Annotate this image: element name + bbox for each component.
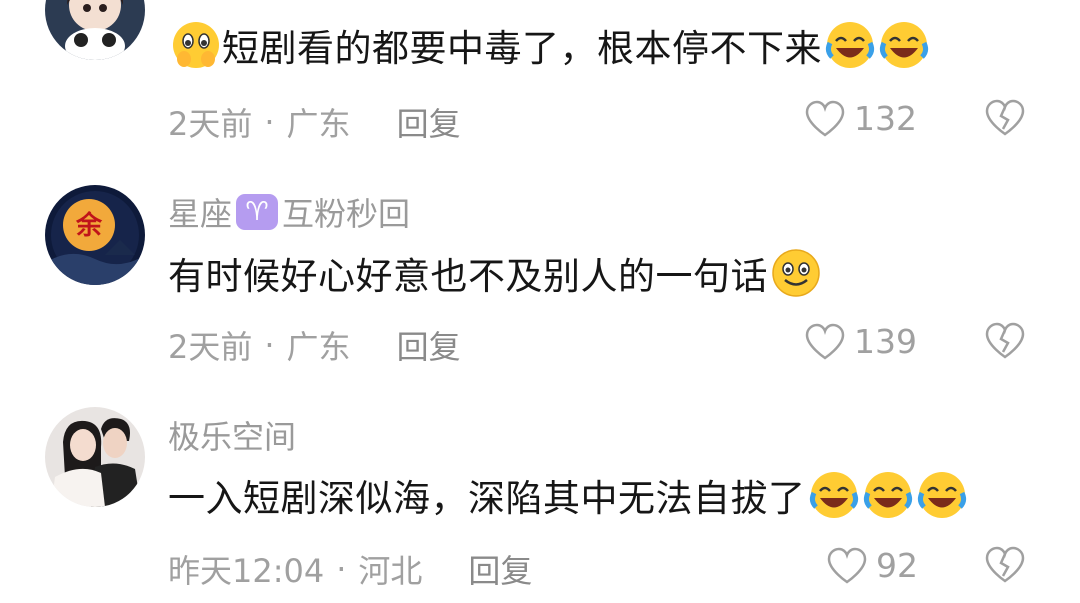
broken-heart-icon [985,322,1025,359]
smile-emoji [772,249,820,297]
like-count: 132 [854,99,917,138]
comment-text-content: 短剧看的都要中毒了，根本停不下来 [222,27,822,70]
like-count: 92 [876,546,918,585]
broken-heart-icon [985,546,1025,583]
comment-meta: 2天前 · 广东 回复 [168,99,461,145]
comment-text: 有时候好心好意也不及别人的一句话 [168,246,822,300]
username-prefix: 星座 [168,195,233,233]
comment-time: 2天前 [168,105,253,143]
separator: · [264,326,275,364]
comment-meta: 2天前 · 广东 回复 [168,322,461,368]
reply-button[interactable]: 回复 [397,322,461,368]
like-button[interactable]: 132 [804,99,917,138]
username[interactable]: 极乐空间 [168,412,296,458]
comment-meta: 昨天12:04 · 河北 回复 [168,546,532,592]
comment-text-content: 一入短剧深似海，深陷其中无法自拔了 [168,477,806,520]
avatar[interactable]: 余 [45,185,145,285]
broken-heart-icon [985,99,1025,136]
comment-location: 广东 [286,105,351,143]
comment-text: 短剧看的都要中毒了，根本停不下来 [168,18,930,72]
laugh-cry-emoji [917,472,966,518]
heart-icon [827,547,867,584]
dislike-button[interactable] [984,322,1026,364]
heart-icon [805,100,845,137]
avatar-char: 余 [75,210,103,241]
laugh-cry-emoji [809,472,858,518]
avatar[interactable] [45,0,145,60]
comment-text: 一入短剧深似海，深陷其中无法自拔了 [168,468,968,522]
comment-time: 2天前 [168,328,253,366]
comment-location: 广东 [286,328,351,366]
separator: · [264,103,275,141]
comment-location: 河北 [358,552,423,590]
cry-pray-emoji [173,22,219,68]
laugh-cry-emoji [863,472,912,518]
separator: · [336,550,347,588]
dislike-button[interactable] [984,99,1026,141]
reply-button[interactable]: 回复 [397,99,461,145]
heart-icon [805,323,845,360]
username-suffix: 互粉秒回 [282,195,411,233]
laugh-cry-emoji [879,22,929,68]
reply-button[interactable]: 回复 [468,546,532,592]
like-count: 139 [854,322,917,361]
dislike-button[interactable] [984,546,1026,588]
aries-badge-icon: ♈ [236,194,279,230]
laugh-cry-emoji [825,22,875,68]
like-button[interactable]: 139 [804,322,917,361]
username[interactable]: 星座 ♈ 互粉秒回 [168,189,410,235]
avatar[interactable] [45,407,145,507]
like-button[interactable]: 92 [826,546,918,585]
comment-text-content: 有时候好心好意也不及别人的一句话 [168,255,768,298]
comment-time: 昨天12:04 [168,552,325,590]
